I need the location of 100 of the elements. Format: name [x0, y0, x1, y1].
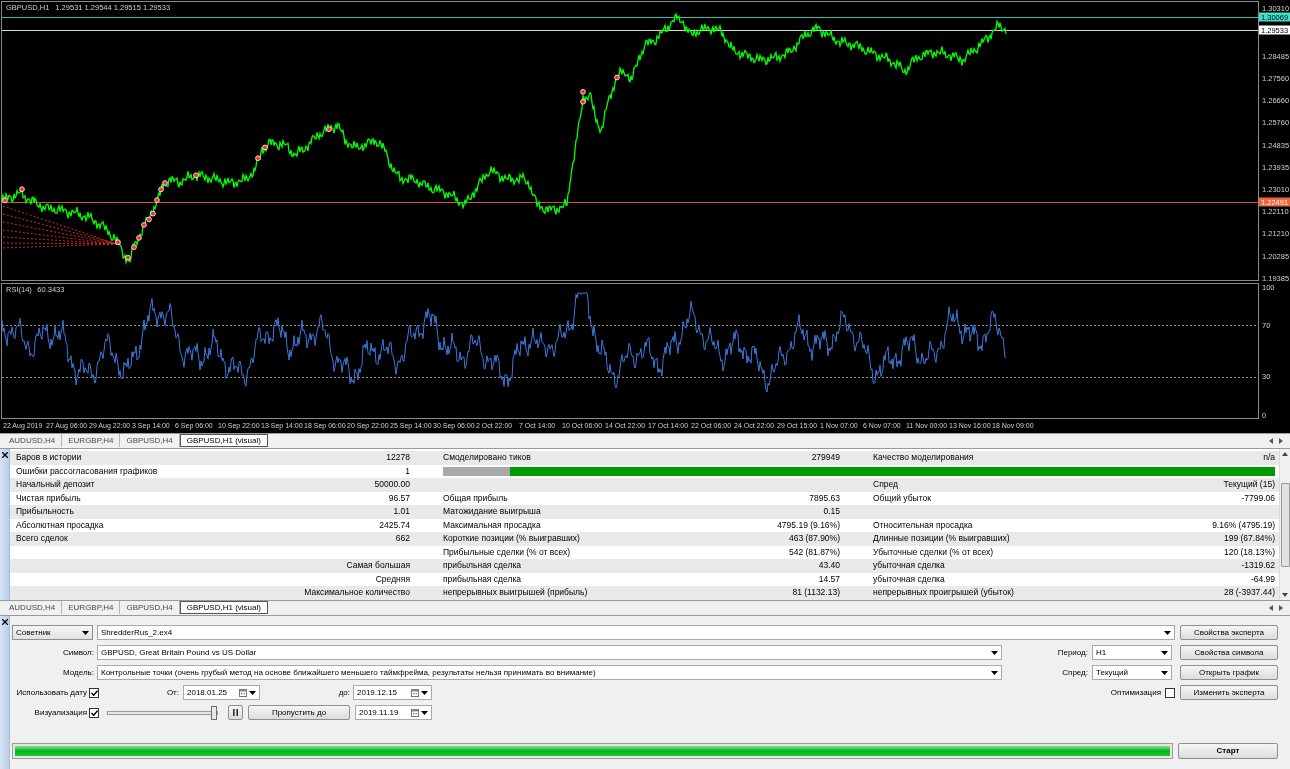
- trade-marker-icon: [193, 172, 199, 179]
- trade-marker-icon: [580, 99, 586, 105]
- close-icon[interactable]: [1, 452, 8, 458]
- tab[interactable]: EURGBP,H4: [62, 434, 121, 447]
- trade-marker-icon: [154, 197, 160, 203]
- report-value: 199 (67.84%): [1223, 532, 1275, 545]
- report-label: Начальный депозит: [16, 478, 95, 491]
- field-label: От:: [166, 686, 179, 699]
- model-dropdown[interactable]: Контрольные точки (очень грубый метод на основе ближайшего меньшего таймфрейма, результаты нельзя принимать во внимание): [97, 665, 1002, 680]
- checkbox[interactable]: [1165, 687, 1175, 698]
- spread-dropdown[interactable]: Текущий: [1092, 665, 1172, 680]
- arrow-left-icon[interactable]: [1269, 604, 1273, 611]
- trade-marker-icon: [19, 186, 25, 192]
- caret-icon: [421, 690, 428, 695]
- caret-icon: [421, 710, 428, 715]
- arrow-left-icon[interactable]: [1269, 437, 1273, 444]
- skip-to-button[interactable]: Пропустить до: [248, 705, 350, 720]
- field-label: Визуализация: [34, 706, 87, 719]
- checkbox[interactable]: [89, 707, 99, 718]
- report-group-label: Средняя: [375, 572, 410, 586]
- trade-marker-icon: [115, 239, 121, 245]
- tab[interactable]: GBPUSD,H4: [120, 434, 180, 447]
- field-label: до:: [338, 686, 350, 699]
- expert-dropdown[interactable]: ShredderRus_2.ex4: [97, 625, 1175, 640]
- trade-marker-icon: [580, 89, 586, 95]
- report-label: Спред: [873, 478, 898, 491]
- report-label: непрерывных выигрышей (прибыль): [443, 586, 588, 599]
- field-label: Оптимизация: [1110, 686, 1161, 699]
- symbol-properties-button[interactable]: Свойства символа: [1180, 645, 1278, 660]
- trade-marker-icon: [125, 254, 131, 261]
- caret-icon: [991, 650, 998, 655]
- trade-marker-icon: [131, 244, 137, 250]
- trade-marker-icon: [2, 197, 8, 204]
- caret-icon: [82, 630, 89, 635]
- trade-marker-icon: [262, 144, 268, 151]
- report-label: Общая прибыль: [443, 491, 508, 505]
- report-value: 542 (81.87%): [788, 545, 840, 559]
- report-value: 50000.00: [374, 478, 410, 491]
- caret-icon: [1164, 630, 1171, 635]
- date-field[interactable]: 2018.01.25: [183, 685, 260, 700]
- field-label: Символ:: [62, 646, 94, 659]
- start-button[interactable]: Старт: [1178, 743, 1278, 759]
- report-value: -64.99: [1250, 572, 1275, 586]
- report-label: Короткие позиции (% выигравших): [443, 532, 580, 545]
- date-field[interactable]: 2019.12.15: [353, 685, 432, 700]
- checkbox[interactable]: [89, 687, 99, 698]
- arrow-up-icon[interactable]: [1282, 452, 1288, 456]
- symbol-dropdown[interactable]: GBPUSD, Great Britain Pound vs US Dollar: [97, 645, 1002, 660]
- slider-thumb[interactable]: [211, 705, 217, 720]
- tab[interactable]: EURGBP,H4: [62, 601, 121, 614]
- tab[interactable]: GBPUSD,H1 (visual): [179, 601, 268, 614]
- report-value: 279949: [811, 451, 840, 464]
- open-chart-button[interactable]: Открыть график: [1180, 665, 1278, 680]
- report-group-label: Максимальное количество: [304, 586, 410, 599]
- tab[interactable]: AUDUSD,H4: [3, 601, 63, 614]
- report-label: прибыльная сделка: [443, 559, 522, 572]
- report-label: Абсолютная просадка: [16, 518, 104, 532]
- report-value: 7895.63: [809, 491, 840, 505]
- tab[interactable]: GBPUSD,H4: [120, 601, 180, 614]
- report-value: 9.16% (4795.19): [1212, 518, 1275, 532]
- report-label: Длинные позиции (% выигравших): [873, 532, 1010, 545]
- arrow-down-icon[interactable]: [1282, 593, 1288, 597]
- report-value: -1319.62: [1241, 559, 1275, 572]
- pause-button[interactable]: [228, 705, 243, 720]
- date-field[interactable]: 2019.11.19: [355, 705, 432, 720]
- trade-marker-icon: [136, 235, 142, 241]
- report-value: 96.57: [388, 491, 410, 505]
- modify-expert-button[interactable]: Изменить эксперта: [1180, 685, 1278, 700]
- report-value: 81 (1132.13): [792, 586, 840, 599]
- pause-icon: [233, 709, 238, 716]
- close-icon[interactable]: [1, 619, 8, 625]
- report-value: -7799.06: [1241, 491, 1275, 505]
- scrollbar[interactable]: [1279, 449, 1290, 600]
- expert-properties-button[interactable]: Свойства эксперта: [1180, 625, 1278, 640]
- report-value: 0.15: [823, 505, 840, 518]
- scrollbar-thumb[interactable]: [1280, 482, 1290, 567]
- report-value: Текущий (15): [1223, 478, 1275, 491]
- report-label: Прибыльные сделки (% от всех): [443, 545, 571, 559]
- report-label: убыточная сделка: [873, 559, 945, 572]
- report-label: Баров в истории: [16, 451, 82, 464]
- program-type-dropdown[interactable]: Советник: [12, 625, 93, 640]
- arrow-right-icon[interactable]: [1279, 604, 1283, 611]
- report-value: 662: [395, 532, 410, 545]
- report-value: n/a: [1263, 451, 1275, 464]
- field-label: Период:: [1057, 646, 1088, 659]
- report-value: 12278: [386, 451, 410, 464]
- report-label: Ошибки рассогласования графиков: [16, 464, 158, 478]
- field-label: Спред:: [1062, 666, 1088, 679]
- report-label: Относительная просадка: [873, 518, 973, 532]
- caret-icon: [1161, 650, 1168, 655]
- period-dropdown[interactable]: H1: [1092, 645, 1172, 660]
- check-icon: [90, 709, 98, 716]
- report-value: 43.40: [818, 559, 840, 572]
- report-value: 1: [405, 464, 410, 478]
- field-label: Модель:: [63, 666, 94, 679]
- calendar-icon: [239, 688, 247, 697]
- arrow-right-icon[interactable]: [1279, 437, 1283, 444]
- tab[interactable]: AUDUSD,H4: [3, 434, 63, 447]
- report-value: 28 (-3937.44): [1223, 586, 1275, 599]
- tab[interactable]: GBPUSD,H1 (visual): [179, 434, 268, 447]
